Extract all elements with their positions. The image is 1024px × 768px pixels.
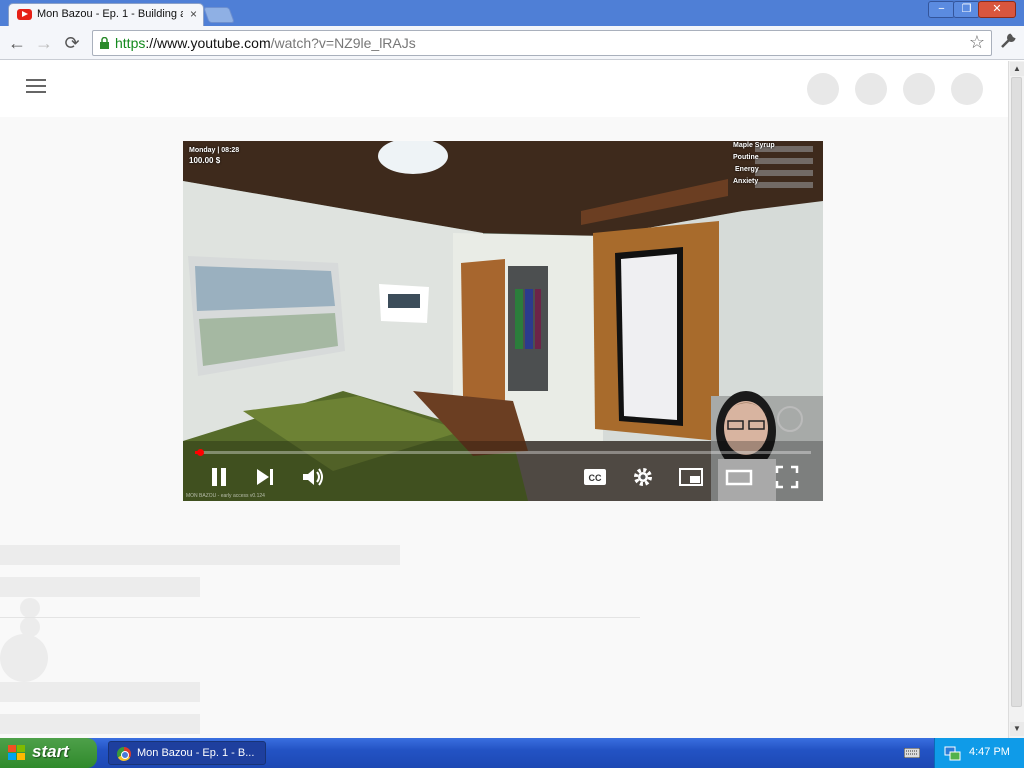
reload-button[interactable]: ⟳ <box>61 32 83 54</box>
hud-stat-label: Maple Syrup <box>733 142 775 149</box>
video-player[interactable]: Monday | 08:28 100.00 $ Maple Syrup Pout… <box>183 141 823 501</box>
avatar-placeholder <box>0 634 48 682</box>
maximize-button[interactable]: ❐ <box>953 1 980 18</box>
new-tab-button[interactable] <box>203 7 235 23</box>
back-button[interactable]: ← <box>6 32 28 54</box>
network-icon[interactable] <box>943 744 961 762</box>
scroll-up-icon[interactable]: ▲ <box>1010 62 1024 76</box>
chrome-icon <box>117 747 131 761</box>
avatar-placeholder <box>903 73 935 105</box>
avatar-placeholder <box>807 73 839 105</box>
start-button[interactable]: start <box>0 738 97 768</box>
captions-label: CC <box>589 473 602 483</box>
miniplayer-button[interactable] <box>677 463 705 491</box>
hud-bar <box>755 158 813 164</box>
youtube-page: Monday | 08:28 100.00 $ Maple Syrup Pout… <box>0 61 1008 738</box>
skip-next-icon <box>257 469 273 485</box>
youtube-icon <box>17 9 32 20</box>
browser-tab[interactable]: Mon Bazou - Ep. 1 - Building ar × <box>8 3 204 27</box>
hud-stat-label: Energy <box>735 166 759 173</box>
url-scheme: https <box>115 35 146 51</box>
windows-taskbar: start Mon Bazou - Ep. 1 - B... 4:47 PM <box>0 738 1024 768</box>
lock-icon <box>100 37 109 49</box>
title-placeholder <box>0 545 400 565</box>
url-host: ://www.youtube.com <box>145 35 271 51</box>
menu-icon[interactable] <box>26 79 46 95</box>
gear-icon <box>634 468 652 486</box>
divider <box>0 617 640 618</box>
scrollbar-thumb[interactable] <box>1011 77 1022 707</box>
forward-button[interactable]: → <box>33 32 55 54</box>
system-clock: 4:47 PM <box>969 746 1010 758</box>
avatar-placeholder <box>951 73 983 105</box>
hud-stat-label: Poutine <box>733 154 759 161</box>
volume-button[interactable] <box>299 463 327 491</box>
text-placeholder <box>0 714 200 734</box>
captions-icon: CC <box>584 469 606 485</box>
wrench-icon[interactable] <box>998 32 1018 52</box>
settings-button[interactable] <box>629 463 657 491</box>
windows-flag-icon <box>8 745 25 760</box>
volume-icon <box>303 468 323 486</box>
taskbar-window-item[interactable]: Mon Bazou - Ep. 1 - B... <box>108 741 266 765</box>
captions-button[interactable]: CC <box>581 463 609 491</box>
fullscreen-icon <box>775 465 799 489</box>
masthead <box>0 61 1008 117</box>
url-text: https://www.youtube.com/watch?v=NZ9le_lR… <box>115 35 416 51</box>
browser-toolbar: ← → ⟳ https://www.youtube.com/watch?v=NZ… <box>0 26 1024 60</box>
circle-placeholder <box>20 598 40 618</box>
hud-bar <box>755 170 813 176</box>
video-frame <box>183 141 823 501</box>
avatar-placeholder <box>855 73 887 105</box>
theater-icon <box>725 469 753 486</box>
close-window-button[interactable]: ✕ <box>978 1 1016 18</box>
url-path: /watch?v=NZ9le_lRAJs <box>270 35 416 51</box>
fullscreen-button[interactable] <box>773 463 801 491</box>
minimize-button[interactable]: − <box>928 1 955 18</box>
keyboard-icon[interactable] <box>904 748 920 758</box>
browser-titlebar: Mon Bazou - Ep. 1 - Building ar × − ❐ ✕ <box>0 0 1024 27</box>
taskbar-window-label: Mon Bazou - Ep. 1 - B... <box>137 747 255 759</box>
start-label: start <box>32 742 69 761</box>
text-placeholder <box>0 682 200 702</box>
theater-button[interactable] <box>725 463 753 491</box>
hud-stat-label: Anxiety <box>733 178 759 185</box>
video-progress-bar[interactable] <box>195 449 811 456</box>
miniplayer-icon <box>679 468 703 486</box>
meta-placeholder <box>0 577 200 597</box>
hud-day-time: Monday | 08:28 <box>189 147 240 154</box>
progress-scrubber[interactable] <box>197 449 204 456</box>
system-tray: 4:47 PM <box>934 738 1024 768</box>
hud-money: 100.00 $ <box>189 156 221 165</box>
vertical-scrollbar[interactable]: ▲ ▼ <box>1008 61 1024 738</box>
video-watermark: MON BAZOU - early access v0.124 <box>186 493 265 499</box>
pause-button[interactable] <box>205 463 233 491</box>
address-bar[interactable]: https://www.youtube.com/watch?v=NZ9le_lR… <box>92 30 992 56</box>
tab-title: Mon Bazou - Ep. 1 - Building ar <box>37 8 183 20</box>
hud-bar <box>755 182 813 188</box>
scroll-down-icon[interactable]: ▼ <box>1010 722 1024 736</box>
pause-icon <box>212 468 226 486</box>
star-icon[interactable]: ☆ <box>969 32 985 53</box>
tab-close-icon[interactable]: × <box>190 7 197 21</box>
next-button[interactable] <box>251 463 279 491</box>
